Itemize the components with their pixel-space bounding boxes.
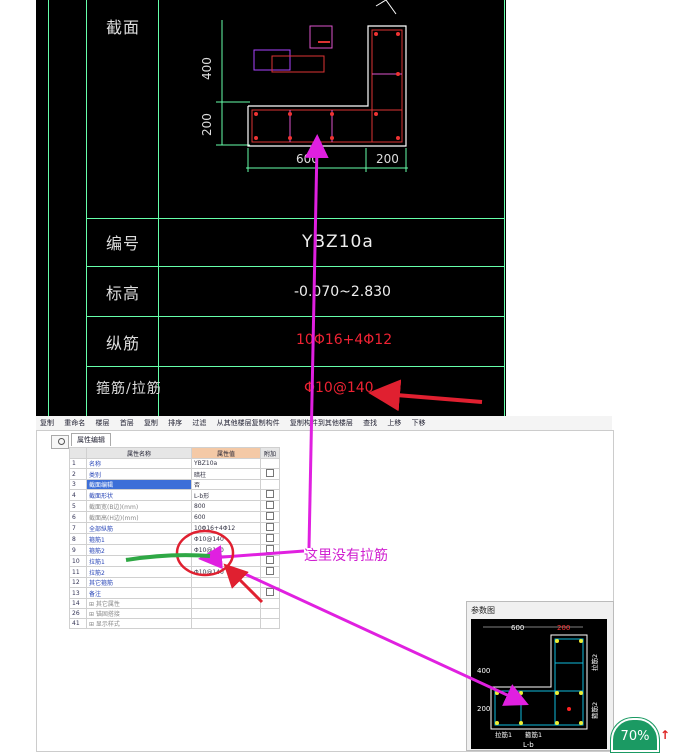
zoom-badge[interactable]: 70% (611, 718, 659, 752)
magenta-arrow-to-cell (198, 545, 305, 570)
annotation-overlay (125, 134, 529, 706)
red-arrow-cad (368, 379, 483, 412)
red-circle-highlight (175, 529, 235, 577)
scroll-up-icon[interactable]: ↑ (660, 728, 670, 742)
green-highlight-stroke (125, 553, 211, 562)
magenta-arrow-up (304, 134, 329, 549)
magenta-arrow-to-param (231, 566, 529, 706)
